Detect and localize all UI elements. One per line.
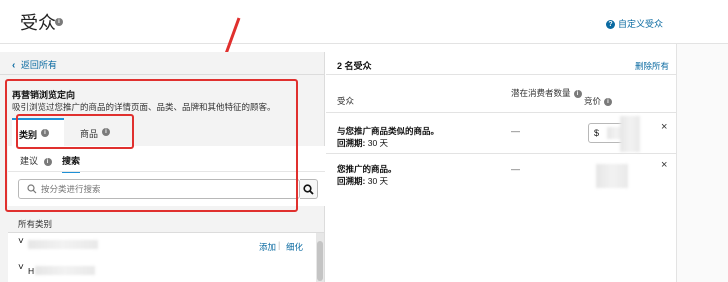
custom-audience-link[interactable]: ? 自定义受众 bbox=[606, 17, 663, 30]
panel-divider bbox=[0, 74, 325, 75]
audience-row: 您推广的商品。 回溯期: 30 天 — × bbox=[326, 154, 676, 194]
audience-count: 2 名受众 bbox=[337, 61, 372, 71]
action-separator: | bbox=[278, 240, 281, 250]
page-header: 受众 i ? 自定义受众 bbox=[0, 0, 728, 44]
category-name: H bbox=[28, 266, 35, 276]
potential-value: — bbox=[511, 164, 520, 174]
expand-icon[interactable]: ˅ bbox=[18, 236, 24, 247]
search-icon bbox=[303, 184, 314, 195]
page-title: 受众 bbox=[20, 13, 56, 33]
category-name-blurred bbox=[28, 240, 98, 249]
scrollbar-thumb[interactable] bbox=[317, 241, 323, 281]
remove-audience-icon[interactable]: × bbox=[661, 121, 667, 133]
remove-all-link[interactable]: 删除所有 bbox=[635, 60, 669, 72]
category-row[interactable]: ˅ H bbox=[8, 257, 316, 282]
chevron-left-icon: ‹ bbox=[12, 60, 16, 71]
info-icon: i bbox=[604, 97, 613, 106]
page-margin bbox=[676, 44, 728, 282]
refine-category-link[interactable]: 细化 bbox=[286, 241, 303, 253]
category-name-blurred bbox=[35, 266, 95, 275]
scrollbar[interactable] bbox=[316, 233, 324, 282]
category-list: ˅ 添加 | 细化 ˅ H bbox=[8, 233, 316, 282]
help-icon: ? bbox=[606, 20, 615, 30]
back-link[interactable]: ‹ 返回所有 bbox=[12, 58, 57, 71]
remove-audience-icon[interactable]: × bbox=[661, 159, 667, 171]
add-category-link[interactable]: 添加 bbox=[259, 241, 276, 253]
right-panel: 2 名受众 删除所有 受众 潜在消费者数量 i 竞价 i 与您推广商品类似的商品。 … bbox=[326, 52, 676, 282]
all-categories-label: 所有类别 bbox=[18, 219, 53, 229]
annotation-box-tabs bbox=[16, 114, 134, 149]
potential-value: — bbox=[511, 126, 520, 136]
audience-title: 您推广的商品。 bbox=[337, 164, 397, 174]
column-potential: 潜在消费者数量 i bbox=[511, 87, 593, 99]
bid-area-blurred bbox=[620, 116, 640, 152]
column-audience: 受众 bbox=[337, 96, 355, 106]
title-info-icon[interactable]: i bbox=[55, 18, 63, 26]
audience-title: 与您推广商品类似的商品。 bbox=[337, 126, 440, 136]
expand-icon[interactable]: ˅ bbox=[18, 262, 24, 273]
currency-symbol: $ bbox=[594, 128, 600, 138]
info-icon: i bbox=[573, 89, 582, 98]
lookback: 回溯期: 30 天 bbox=[337, 176, 389, 186]
column-bid: 竞价 i bbox=[584, 95, 613, 107]
lookback: 回溯期: 30 天 bbox=[337, 138, 389, 148]
category-row[interactable]: ˅ 添加 | 细化 bbox=[8, 233, 316, 257]
panel-divider bbox=[326, 74, 676, 75]
search-button[interactable] bbox=[300, 179, 318, 199]
bid-blurred bbox=[596, 164, 628, 188]
